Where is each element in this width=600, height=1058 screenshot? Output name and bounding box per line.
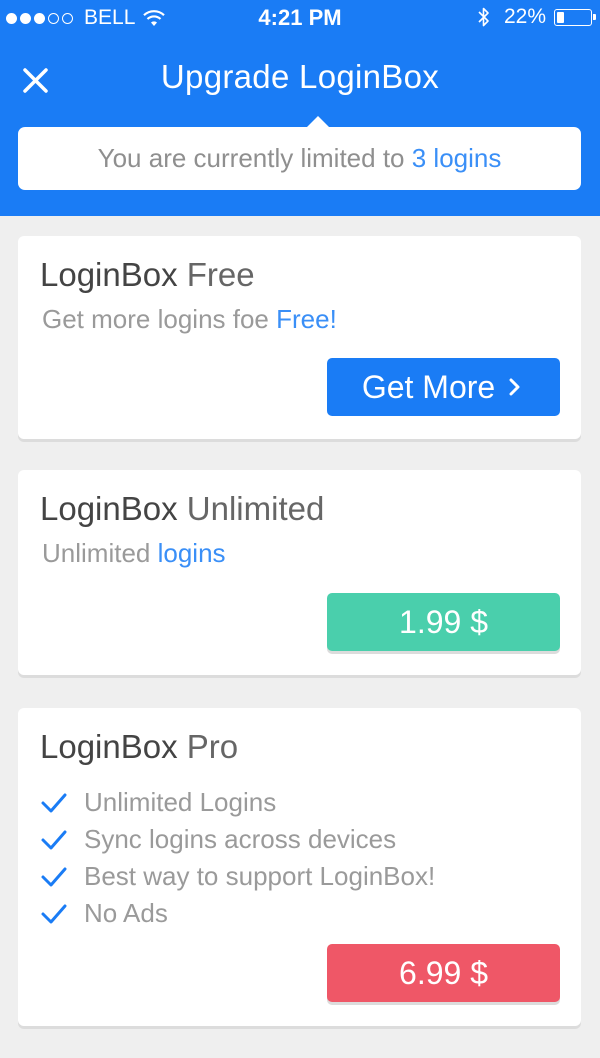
plan-subtitle: Get more logins foe Free! [42,304,337,335]
status-bar: BELL 4:21 PM 22% [0,0,600,36]
plan-title: LoginBox Pro [40,728,238,766]
feature-list: Unlimited Logins Sync logins across devi… [40,784,435,932]
feature-label: Sync logins across devices [84,824,397,854]
feature-item: Best way to support LoginBox! [40,858,435,895]
plan-title-tier: Free [177,256,255,293]
get-more-button-label: Get More [361,368,496,405]
plan-subtitle-text: Get more logins foe [42,304,277,334]
header: BELL 4:21 PM 22% Upgrade LoginBox You ar… [0,0,600,216]
plan-title-tier: Pro [177,728,239,765]
plan-title: LoginBox Unlimited [40,490,324,528]
notice-text: You are currently limited to [97,143,412,173]
feature-item: Sync logins across devices [40,821,435,858]
plan-title-brand: LoginBox [40,490,178,527]
plan-subtitle: Unlimited logins [42,538,226,569]
plan-title-tier: Unlimited [177,490,325,527]
status-bar-right: 22% [478,5,596,29]
plan-title-brand: LoginBox [40,728,178,765]
checkmark-icon [41,793,67,812]
plan-subtitle-text: Unlimited [42,538,158,568]
feature-label: Best way to support LoginBox! [84,861,436,891]
plan-card-free: LoginBox Free Get more logins foe Free! … [18,236,581,439]
battery-fill [557,11,565,23]
checkmark-icon [41,830,67,849]
buy-unlimited-price: 1.99 $ [399,603,488,640]
bluetooth-icon [478,7,489,27]
get-more-button[interactable]: Get More [327,358,560,416]
feature-label: No Ads [84,898,168,928]
plan-title-brand: LoginBox [40,256,178,293]
feature-item: Unlimited Logins [40,784,435,821]
plan-card-unlimited: LoginBox Unlimited Unlimited logins 1.99… [18,470,581,675]
chevron-right-icon [509,378,520,396]
feature-label: Unlimited Logins [84,787,277,817]
notice-highlight: 3 logins [411,143,502,173]
buy-pro-button[interactable]: 6.99 $ [327,944,560,1002]
feature-item: No Ads [40,895,435,932]
checkmark-icon [41,867,67,886]
battery-percent: 22% [503,5,546,28]
buy-pro-price: 6.99 $ [399,954,488,991]
plan-subtitle-highlight: logins [157,538,226,568]
battery-icon [554,8,596,26]
login-limit-notice: You are currently limited to 3 logins [18,116,581,190]
buy-unlimited-button[interactable]: 1.99 $ [327,593,560,651]
plan-title: LoginBox Free [40,256,255,294]
plan-subtitle-highlight: Free! [276,304,337,334]
page-title: Upgrade LoginBox [160,58,440,95]
plan-card-pro: LoginBox Pro Unlimited Logins Sync login… [18,708,581,1026]
checkmark-icon [41,904,67,923]
